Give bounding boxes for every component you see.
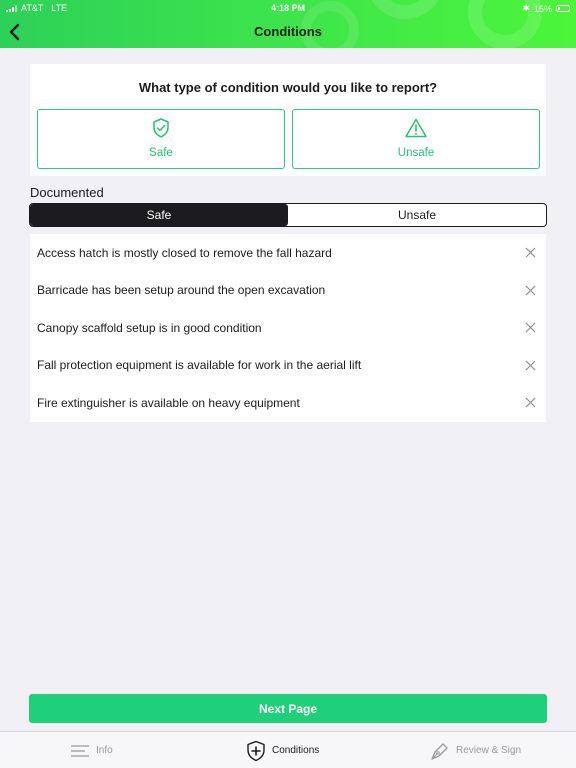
condition-text: Canopy scaffold setup is in good conditi… [37,320,262,335]
tab-info[interactable]: Info [70,732,113,768]
close-icon [525,285,535,296]
unsafe-option-button[interactable]: Unsafe [292,109,540,169]
safe-option-label: Safe [149,147,173,159]
remove-button[interactable] [523,283,537,297]
list-item: Access hatch is mostly closed to remove … [30,234,546,272]
shield-check-icon [153,118,169,138]
pen-nib-icon [431,742,448,760]
status-bar: AT&T LTE 4:18 PM ✱ 15% [0,0,576,16]
documented-conditions-list: Access hatch is mostly closed to remove … [30,234,546,422]
battery-icon [556,5,570,12]
bluetooth-icon: ✱ [522,3,530,13]
tab-review-sign[interactable]: Review & Sign [430,732,521,768]
close-icon [525,322,535,333]
segment-unsafe[interactable]: Unsafe [288,204,546,226]
list-item: Canopy scaffold setup is in good conditi… [30,309,546,347]
tab-conditions[interactable]: Conditions [246,732,319,768]
documented-heading: Documented [30,185,104,200]
bottom-tab-bar: Info Conditions Review & Sign [0,731,576,768]
condition-type-card: What type of condition would you like to… [30,64,546,176]
close-icon [525,360,535,371]
condition-text: Barricade has been setup around the open… [37,283,326,298]
page-title: Conditions [254,24,322,39]
remove-button[interactable] [523,396,537,410]
remove-button[interactable] [523,358,537,372]
shield-plus-icon [247,740,265,761]
warning-triangle-icon [405,118,427,138]
nav-header: AT&T LTE 4:18 PM ✱ 15% Conditions [0,0,576,48]
condition-text: Fire extinguisher is available on heavy … [37,395,300,410]
segment-safe[interactable]: Safe [30,204,288,226]
condition-text: Fall protection equipment is available f… [37,358,362,373]
tab-conditions-label: Conditions [272,745,320,756]
tab-info-label: Info [96,745,113,756]
tab-review-sign-label: Review & Sign [456,745,522,756]
list-item: Fall protection equipment is available f… [30,347,546,385]
documented-segmented-control: Safe Unsafe [29,203,547,227]
battery-percent: 15% [533,3,552,14]
list-item: Barricade has been setup around the open… [30,272,546,310]
list-item: Fire extinguisher is available on heavy … [30,384,546,422]
condition-text: Access hatch is mostly closed to remove … [37,245,332,260]
unsafe-option-label: Unsafe [397,147,435,159]
close-icon [525,397,535,408]
next-page-button[interactable]: Next Page [29,694,547,723]
status-time: 4:18 PM [270,3,305,13]
menu-lines-icon [71,744,89,757]
safe-option-button[interactable]: Safe [37,109,285,169]
close-icon [525,247,535,258]
remove-button[interactable] [523,321,537,335]
condition-type-question: What type of condition would you like to… [138,80,438,95]
remove-button[interactable] [523,246,537,260]
